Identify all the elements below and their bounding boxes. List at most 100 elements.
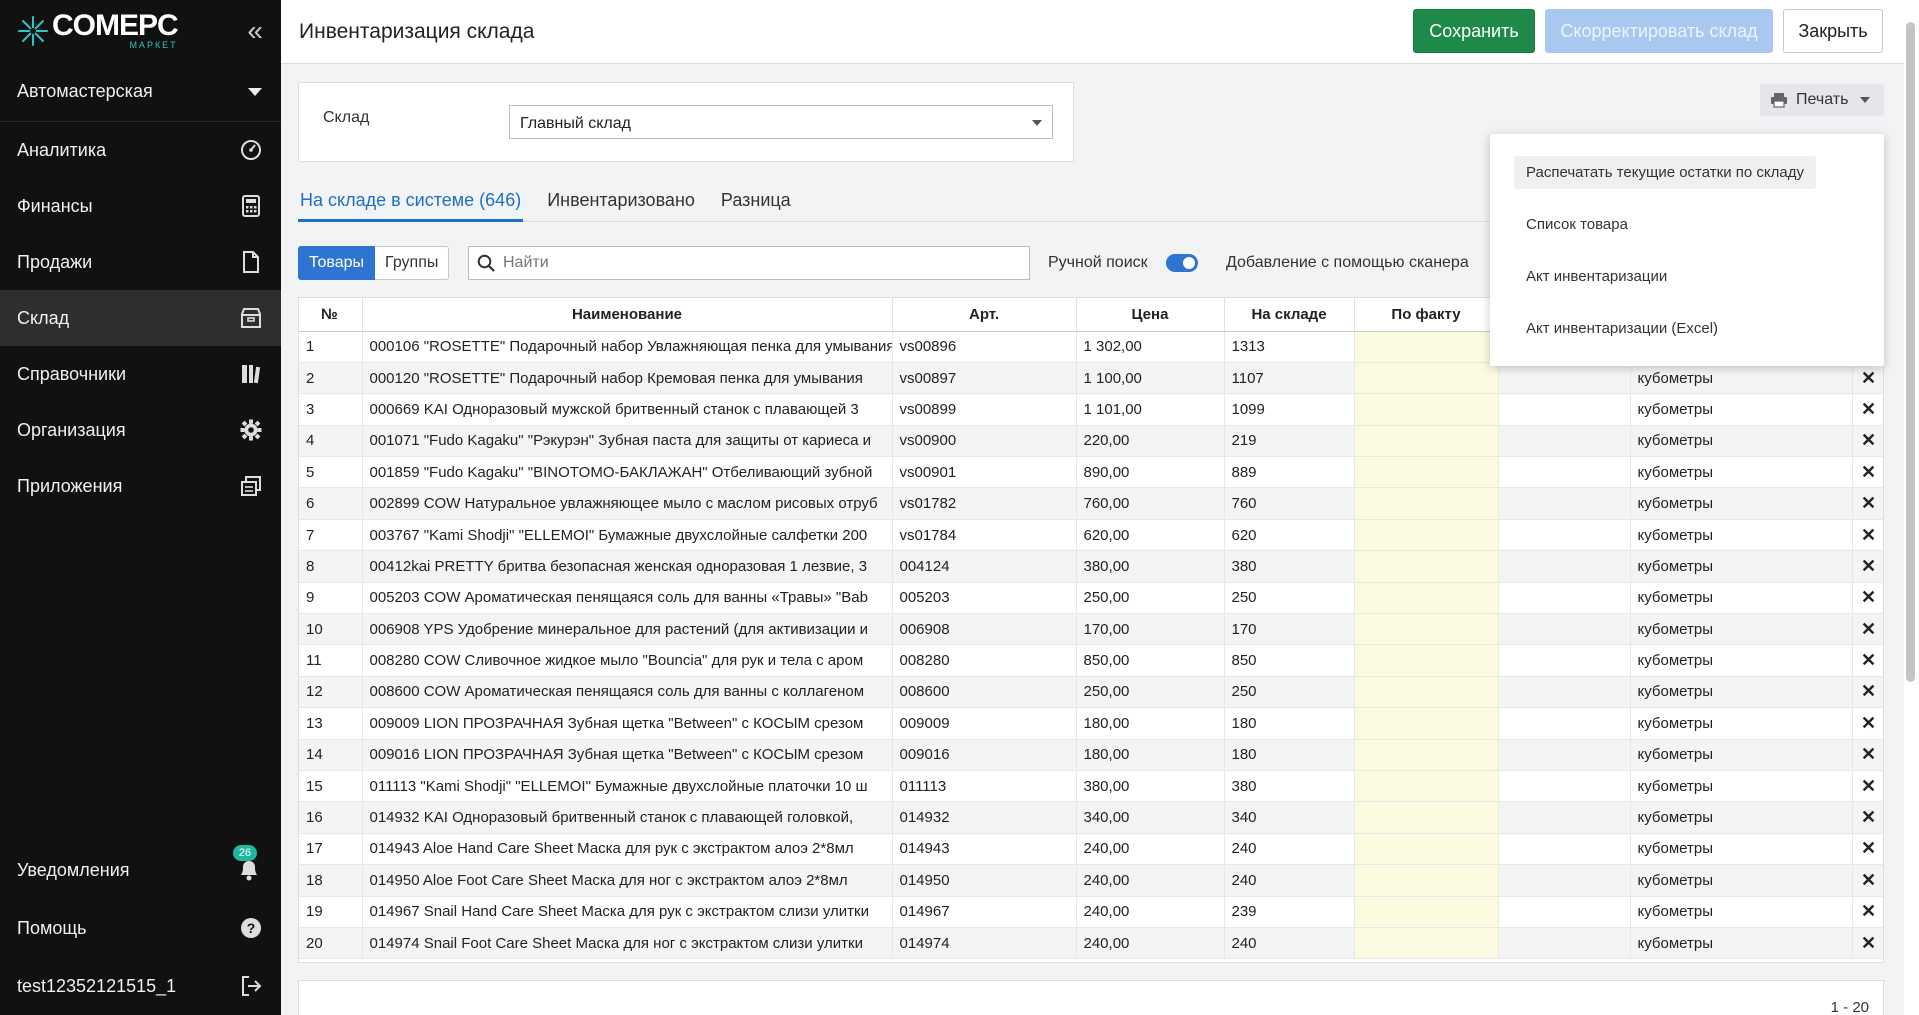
cell-actual-input[interactable] — [1354, 425, 1499, 458]
remove-icon[interactable]: ✕ — [1852, 362, 1883, 395]
cell-actual-input[interactable] — [1354, 927, 1499, 960]
cell-actual-input[interactable] — [1354, 644, 1499, 677]
table-row[interactable]: 11 008280 COW Сливочное жидкое мыло "Boun… — [299, 644, 1883, 677]
remove-icon[interactable]: ✕ — [1852, 550, 1883, 583]
column-header-actual[interactable]: По факту — [1354, 298, 1499, 332]
table-row[interactable]: 12 008600 COW Ароматическая пенящаяся сол… — [299, 676, 1883, 709]
cell-actual-input[interactable] — [1354, 362, 1499, 395]
column-header-name[interactable]: Наименование — [362, 298, 893, 332]
cell-actual-input[interactable] — [1354, 770, 1499, 803]
table-row[interactable]: 18 014950 Aloe Foot Care Sheet Маска для … — [299, 864, 1883, 897]
sidebar-item-warehouse[interactable]: Склад — [0, 290, 281, 346]
cell-actual-input[interactable] — [1354, 739, 1499, 771]
table-row[interactable]: 8 00412kai PRETTY бритва безопасная женск… — [299, 550, 1883, 583]
cell-actual-input[interactable] — [1354, 550, 1499, 583]
cell-name: 008280 COW Сливочное жидкое мыло "Bounci… — [362, 644, 893, 677]
remove-icon[interactable]: ✕ — [1852, 613, 1883, 646]
table-row[interactable]: 13 009009 LION ПРОЗРАЧНАЯ Зубная щетка "B… — [299, 707, 1883, 740]
table-row[interactable]: 6 002899 COW Натуральное увлажняющее мыло… — [299, 487, 1883, 520]
remove-icon[interactable]: ✕ — [1852, 456, 1883, 489]
manual-search-toggle[interactable] — [1166, 254, 1198, 272]
cell-actual-input[interactable] — [1354, 487, 1499, 520]
cell-actual-input[interactable] — [1354, 707, 1499, 740]
company-selector[interactable]: Автомастерская — [0, 62, 281, 122]
table-row[interactable]: 4 001071 "Fudo Kagaku" "Рэкурэн" Зубная п… — [299, 425, 1883, 458]
goods-button[interactable]: Товары — [298, 246, 376, 280]
logo[interactable]: COMEPC МАРКЕТ — [16, 11, 179, 50]
page-scrollbar[interactable] — [1904, 0, 1919, 1015]
table-row[interactable]: 7 003767 "Kami Shodji" "ELLEMOI" Бумажные… — [299, 519, 1883, 552]
remove-icon[interactable]: ✕ — [1852, 801, 1883, 834]
sidebar-item-finance[interactable]: Финансы — [0, 178, 281, 234]
remove-icon[interactable]: ✕ — [1852, 739, 1883, 771]
cell-in-stock: 239 — [1224, 896, 1355, 928]
adjust-warehouse-button[interactable]: Скорректировать склад — [1545, 9, 1773, 53]
save-button[interactable]: Сохранить — [1413, 9, 1535, 53]
remove-icon[interactable]: ✕ — [1852, 927, 1883, 960]
sidebar-item-organization[interactable]: Организация — [0, 402, 281, 458]
warehouse-select[interactable]: Главный склад — [509, 105, 1053, 139]
logout-icon[interactable] — [239, 974, 263, 998]
cell-actual-input[interactable] — [1354, 833, 1499, 866]
sidebar-item-references[interactable]: Справочники — [0, 346, 281, 402]
remove-icon[interactable]: ✕ — [1852, 487, 1883, 520]
scanner-label: Добавление с помощью сканера — [1226, 254, 1469, 271]
remove-icon[interactable]: ✕ — [1852, 393, 1883, 426]
cell-actual-input[interactable] — [1354, 393, 1499, 426]
tab-in-system[interactable]: На складе в системе (646) — [298, 186, 524, 222]
sidebar-item-help[interactable]: Помощь ? — [0, 899, 281, 957]
remove-icon[interactable]: ✕ — [1852, 644, 1883, 677]
close-button[interactable]: Закрыть — [1783, 9, 1883, 53]
remove-icon[interactable]: ✕ — [1852, 676, 1883, 709]
cell-actual-input[interactable] — [1354, 613, 1499, 646]
groups-button[interactable]: Группы — [375, 246, 450, 280]
cell-actual-input[interactable] — [1354, 676, 1499, 709]
sidebar-item-apps[interactable]: Приложения — [0, 458, 281, 514]
table-row[interactable]: 19 014967 Snail Hand Care Sheet Маска для… — [299, 896, 1883, 928]
table-row[interactable]: 9 005203 COW Ароматическая пенящаяся соль… — [299, 582, 1883, 615]
menu-item-print-stock[interactable]: Распечатать текущие остатки по складу — [1514, 156, 1816, 189]
remove-icon[interactable]: ✕ — [1852, 582, 1883, 615]
tab-inventoried[interactable]: Инвентаризовано — [545, 186, 697, 222]
tab-difference[interactable]: Разница — [719, 186, 793, 222]
remove-icon[interactable]: ✕ — [1852, 833, 1883, 866]
print-button[interactable]: Печать — [1760, 84, 1884, 116]
cell-extra — [1498, 739, 1631, 771]
remove-icon[interactable]: ✕ — [1852, 770, 1883, 803]
column-header-sku[interactable]: Арт. — [892, 298, 1077, 332]
remove-icon[interactable]: ✕ — [1852, 425, 1883, 458]
table-row[interactable]: 10 006908 YPS Удобрение минеральное для р… — [299, 613, 1883, 646]
sidebar-item-notifications[interactable]: Уведомления 26 — [0, 841, 281, 899]
scrollbar-thumb[interactable] — [1906, 22, 1915, 682]
column-header-price[interactable]: Цена — [1076, 298, 1225, 332]
menu-item-inventory-act[interactable]: Акт инвентаризации — [1514, 260, 1679, 293]
table-row[interactable]: 3 000669 KAI Одноразовый мужской бритвенн… — [299, 393, 1883, 426]
cell-actual-input[interactable] — [1354, 519, 1499, 552]
remove-icon[interactable]: ✕ — [1852, 896, 1883, 928]
cell-actual-input[interactable] — [1354, 456, 1499, 489]
table-row[interactable]: 15 011113 "Kami Shodji" "ELLEMOI" Бумажны… — [299, 770, 1883, 803]
menu-item-inventory-act-excel[interactable]: Акт инвентаризации (Excel) — [1514, 312, 1730, 345]
remove-icon[interactable]: ✕ — [1852, 519, 1883, 552]
collapse-sidebar-icon[interactable]: « — [247, 17, 263, 45]
cell-actual-input[interactable] — [1354, 331, 1499, 363]
table-row[interactable]: 17 014943 Aloe Hand Care Sheet Маска для … — [299, 833, 1883, 866]
sidebar-item-analytics[interactable]: Аналитика — [0, 122, 281, 178]
table-row[interactable]: 5 001859 "Fudo Kagaku" "BINOTOMO-БАКЛАЖАН… — [299, 456, 1883, 489]
table-row[interactable]: 14 009016 LION ПРОЗРАЧНАЯ Зубная щетка "B… — [299, 739, 1883, 771]
remove-icon[interactable]: ✕ — [1852, 707, 1883, 740]
cell-actual-input[interactable] — [1354, 896, 1499, 928]
cell-actual-input[interactable] — [1354, 801, 1499, 834]
search-input[interactable] — [503, 254, 1003, 272]
menu-item-product-list[interactable]: Список товара — [1514, 208, 1640, 241]
table-row[interactable]: 2 000120 "ROSETTE" Подарочный набор Кремо… — [299, 362, 1883, 395]
table-row[interactable]: 20 014974 Snail Foot Care Sheet Маска для… — [299, 927, 1883, 960]
cell-actual-input[interactable] — [1354, 582, 1499, 615]
remove-icon[interactable]: ✕ — [1852, 864, 1883, 897]
table-row[interactable]: 16 014932 KAI Одноразовый бритвенный стан… — [299, 801, 1883, 834]
column-header-in-stock[interactable]: На складе — [1224, 298, 1355, 332]
cell-actual-input[interactable] — [1354, 864, 1499, 897]
sidebar-item-user[interactable]: test12352121515_1 — [0, 957, 281, 1015]
sidebar-item-sales[interactable]: Продажи — [0, 234, 281, 290]
column-header-number[interactable]: № — [299, 298, 363, 332]
